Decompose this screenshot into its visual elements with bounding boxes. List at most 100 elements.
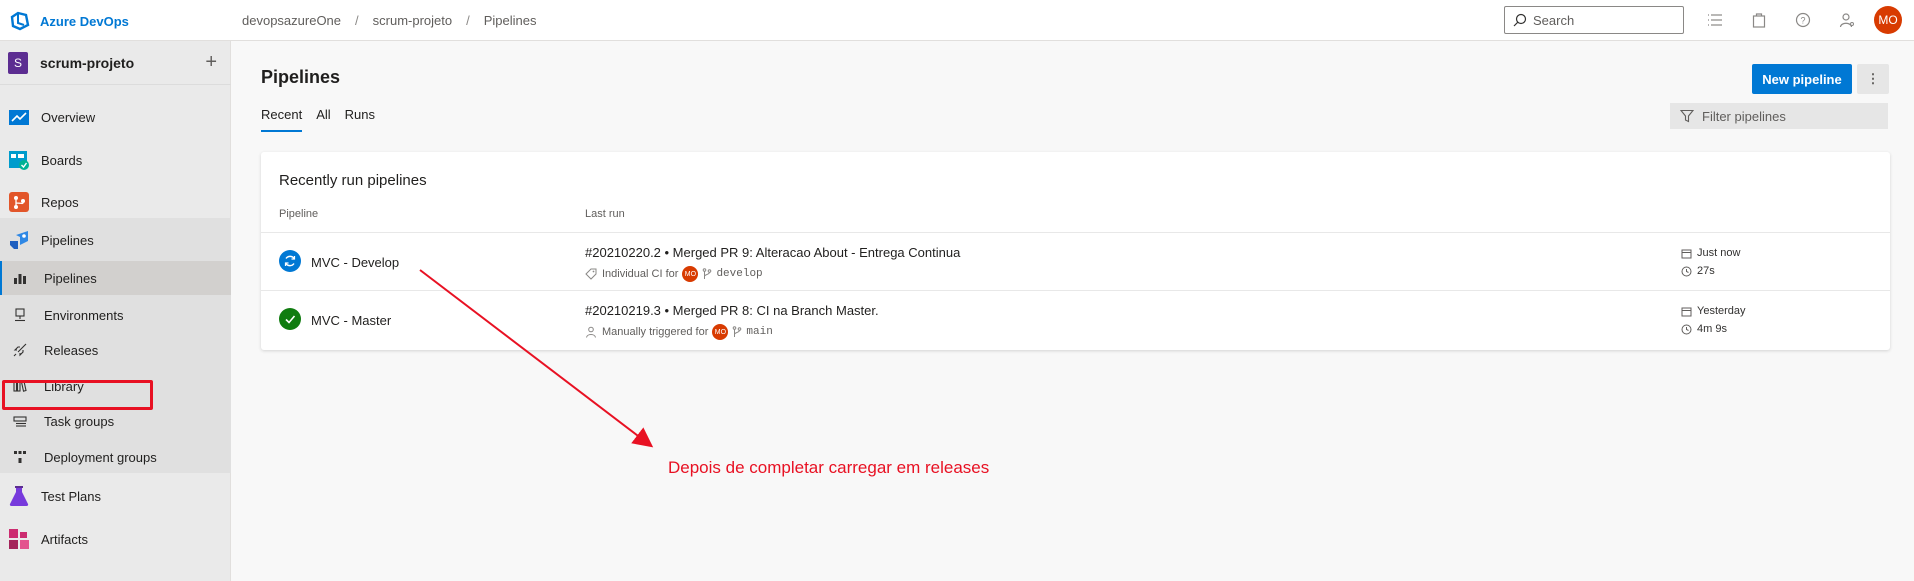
sidebar-item-label: Pipelines — [41, 232, 94, 248]
project-badge: S — [8, 51, 28, 74]
breadcrumb-separator: / — [466, 13, 470, 28]
person-icon — [586, 326, 596, 338]
artifacts-icon — [8, 528, 30, 550]
add-icon[interactable]: + — [205, 51, 217, 74]
tag-icon — [585, 268, 597, 280]
breadcrumb-org[interactable]: devopsazureOne — [242, 13, 341, 28]
svg-text:?: ? — [1800, 16, 1805, 26]
table-row[interactable]: MVC - Master #20210219.3 • Merged PR 8: … — [261, 290, 1890, 348]
sidebar-item-label: Artifacts — [41, 531, 88, 547]
top-bar: Azure DevOps devopsazureOne / scrum-proj… — [0, 0, 1914, 41]
sidebar-item-pipelines-sub[interactable]: Pipelines — [0, 261, 231, 295]
list-icon[interactable] — [1705, 10, 1725, 30]
sidebar-item-label: Repos — [41, 194, 79, 210]
sidebar-item-label: Pipelines — [44, 270, 97, 286]
sidebar-item-label: Test Plans — [41, 488, 101, 504]
table-row[interactable]: MVC - Develop #20210220.2 • Merged PR 9:… — [261, 232, 1890, 290]
project-name: scrum-projeto — [40, 54, 135, 71]
run-duration: 27s — [1681, 265, 1715, 277]
clock-icon — [1681, 324, 1692, 334]
filter-pipelines-input[interactable]: Filter pipelines — [1670, 103, 1888, 129]
run-title[interactable]: #20210220.2 • Merged PR 9: Alteracao Abo… — [585, 245, 960, 260]
top-icons: ? — [1705, 10, 1881, 30]
recent-pipelines-card: Recently run pipelines Pipeline Last run… — [261, 152, 1890, 350]
breadcrumb-separator: / — [355, 13, 359, 28]
pipelines-sub-icon — [12, 270, 28, 286]
pipeline-name[interactable]: MVC - Develop — [311, 255, 399, 270]
sidebar-item-label: Boards — [41, 152, 83, 168]
trigger-text: Manually triggered for — [602, 326, 709, 338]
page-title: Pipelines — [261, 67, 341, 87]
run-duration-value: 27s — [1697, 265, 1715, 277]
search-input[interactable]: Search — [1504, 6, 1684, 34]
user-avatar[interactable]: MO — [1874, 6, 1902, 34]
deployment-groups-icon — [12, 449, 28, 465]
run-when: Yesterday — [1697, 305, 1746, 317]
run-duration-value: 4m 9s — [1697, 323, 1727, 335]
calendar-icon — [1681, 307, 1692, 316]
breadcrumb-page[interactable]: Pipelines — [484, 13, 537, 28]
trigger-text: Individual CI for — [602, 268, 679, 280]
sidebar-item-label: Overview — [41, 109, 96, 125]
releases-icon — [12, 342, 28, 358]
brand[interactable]: Azure DevOps — [10, 11, 129, 31]
run-meta: Manually triggered for MO main — [585, 324, 773, 340]
repos-icon — [8, 191, 30, 213]
run-when: Just now — [1697, 247, 1741, 259]
new-pipeline-button[interactable]: New pipeline — [1752, 64, 1852, 94]
environments-icon — [12, 307, 28, 323]
sidebar-item-label: Task groups — [44, 413, 115, 429]
run-date: Just now — [1681, 247, 1740, 259]
run-date: Yesterday — [1681, 305, 1746, 317]
sidebar-item-test-plans[interactable]: Test Plans — [0, 479, 231, 513]
filter-placeholder: Filter pipelines — [1702, 108, 1786, 124]
sidebar-item-label: Environments — [44, 307, 124, 323]
selected-indicator — [0, 261, 2, 295]
pipelines-icon — [8, 229, 30, 251]
branch-name: develop — [716, 268, 763, 280]
avatar: MO — [712, 324, 729, 340]
tab-recent[interactable]: Recent — [261, 107, 303, 132]
breadcrumb: devopsazureOne / scrum-projeto / Pipelin… — [242, 13, 537, 28]
brand-name: Azure DevOps — [40, 13, 129, 29]
sidebar-item-artifacts[interactable]: Artifacts — [0, 522, 231, 556]
column-header-pipeline: Pipeline — [279, 208, 319, 220]
pipeline-name[interactable]: MVC - Master — [311, 313, 391, 328]
run-meta: Individual CI for MO develop — [585, 266, 763, 282]
run-title[interactable]: #20210219.3 • Merged PR 8: CI na Branch … — [585, 303, 879, 318]
sidebar-item-overview[interactable]: Overview — [0, 100, 231, 134]
branch-icon — [733, 326, 742, 337]
main-content: Pipelines New pipeline ⋮ Recent All Runs… — [232, 41, 1914, 581]
releases-highlight-box — [2, 380, 153, 410]
branch-icon — [703, 268, 712, 279]
task-groups-icon — [12, 413, 28, 429]
tabs: Recent All Runs — [261, 107, 389, 132]
more-actions-button[interactable]: ⋮ — [1857, 64, 1889, 94]
overview-icon — [8, 106, 30, 128]
annotation-text: Depois de completar carregar em releases — [668, 458, 990, 477]
sidebar-item-repos[interactable]: Repos — [0, 185, 231, 219]
sidebar-item-environments[interactable]: Environments — [0, 298, 231, 332]
boards-icon — [8, 149, 30, 171]
sidebar-item-releases[interactable]: Releases — [0, 333, 231, 367]
filter-icon — [1680, 109, 1694, 123]
test-plans-icon — [8, 485, 30, 507]
tab-runs[interactable]: Runs — [345, 107, 375, 132]
calendar-icon — [1681, 249, 1692, 258]
project-header[interactable]: S scrum-projeto + — [0, 41, 231, 85]
sidebar-item-deployment-groups[interactable]: Deployment groups — [0, 440, 231, 474]
card-title: Recently run pipelines — [279, 172, 427, 189]
tab-all[interactable]: All — [316, 107, 330, 132]
avatar: MO — [682, 266, 699, 282]
breadcrumb-project[interactable]: scrum-projeto — [373, 13, 452, 28]
running-status-icon — [279, 250, 301, 272]
sidebar: S scrum-projeto + Overview Boards Repos … — [0, 41, 231, 581]
help-icon[interactable]: ? — [1793, 10, 1813, 30]
sidebar-item-label: Deployment groups — [44, 449, 157, 465]
sidebar-item-boards[interactable]: Boards — [0, 143, 231, 177]
marketplace-icon[interactable] — [1749, 10, 1769, 30]
search-placeholder: Search — [1533, 12, 1575, 28]
sidebar-item-pipelines[interactable]: Pipelines — [0, 223, 231, 257]
user-settings-icon[interactable] — [1837, 10, 1857, 30]
column-header-last-run: Last run — [585, 208, 625, 220]
